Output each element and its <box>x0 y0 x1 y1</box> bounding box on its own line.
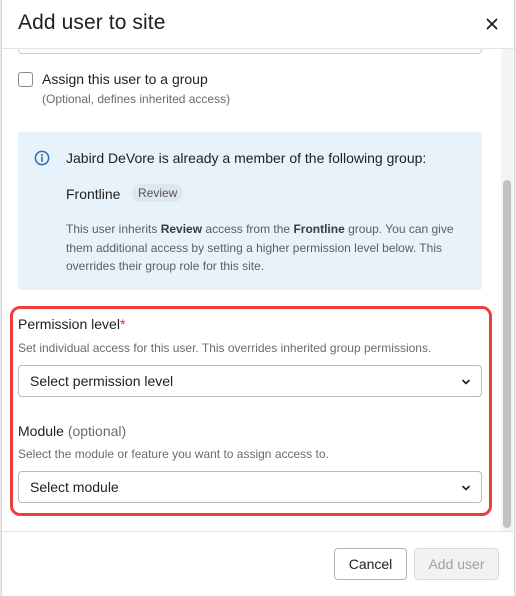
close-button[interactable] <box>482 14 502 34</box>
permission-level-help: Set individual access for this user. Thi… <box>18 341 432 355</box>
notice-description: This user inherits Review access from th… <box>66 222 454 273</box>
assign-group-label[interactable]: Assign this user to a group <box>42 71 208 87</box>
dialog-title: Add user to site <box>18 11 166 34</box>
info-icon <box>34 150 50 166</box>
module-value: Select module <box>30 479 119 495</box>
dialog-header: Add user to site <box>2 0 514 49</box>
add-user-button[interactable]: Add user <box>414 548 499 580</box>
assign-group-checkbox[interactable] <box>18 72 33 87</box>
assign-group-help: (Optional, defines inherited access) <box>42 92 231 106</box>
cancel-button[interactable]: Cancel <box>334 548 407 580</box>
notice-group-name: Frontline <box>66 186 121 202</box>
chevron-down-icon <box>462 379 470 385</box>
module-label: Module (optional) <box>18 423 127 439</box>
close-icon <box>486 18 498 30</box>
module-select[interactable]: Select module <box>18 471 482 503</box>
dialog-body: Assign this user to a group (Optional, d… <box>2 48 514 532</box>
notice-heading: Jabird DeVore is already a member of the… <box>66 150 427 166</box>
group-role-badge: Review <box>132 184 184 202</box>
chevron-down-icon <box>462 485 470 491</box>
permission-level-label: Permission level* <box>18 316 126 332</box>
add-user-dialog: Add user to site Assign this user to a g… <box>1 0 515 596</box>
dialog-footer: Cancel Add user <box>2 531 514 596</box>
scrollbar-thumb[interactable] <box>503 180 511 528</box>
permission-level-value: Select permission level <box>30 373 174 389</box>
permission-level-select[interactable]: Select permission level <box>18 365 482 397</box>
module-help: Select the module or feature you want to… <box>18 447 329 461</box>
group-membership-notice: Jabird DeVore is already a member of the… <box>18 132 482 290</box>
